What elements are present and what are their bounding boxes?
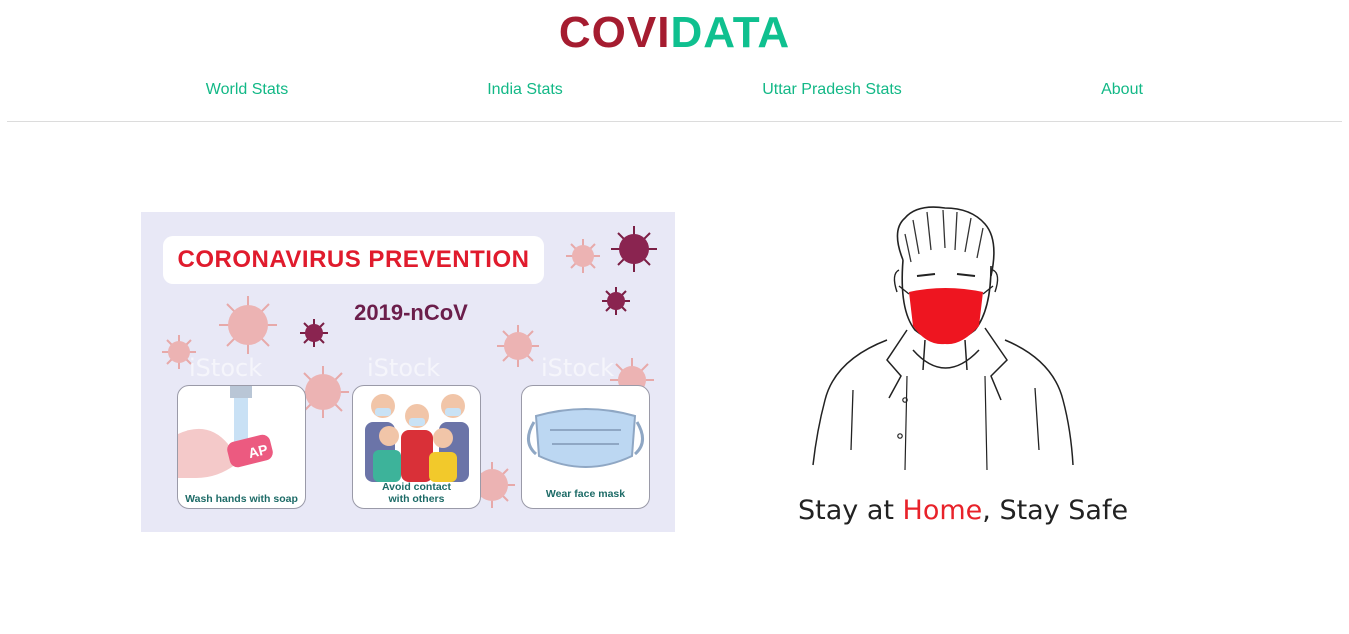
virus-icon: [566, 239, 600, 273]
nav-link-about[interactable]: About: [1101, 80, 1143, 100]
nav-link-world-stats[interactable]: World Stats: [206, 80, 288, 100]
card-label-face-mask: Wear face mask: [545, 488, 626, 500]
logo-part-data: DATA: [670, 8, 791, 57]
card-label-wash-hands: Wash hands with soap: [185, 493, 298, 505]
watermark-text: iStock: [189, 354, 263, 382]
prevention-poster-image: CORONAVIRUS PREVENTION 2019-nCoV AP Wash…: [141, 212, 675, 532]
poster-subtitle: 2019-nCoV: [354, 300, 468, 325]
stay-home-tagline: Stay at Home, Stay Safe: [798, 495, 1128, 526]
face-mask-icon: [527, 408, 644, 468]
virus-icon: [300, 319, 328, 347]
stay-home-illustration: [812, 206, 1074, 471]
tagline-part-2: , Stay Safe: [982, 495, 1129, 526]
hand-washing-icon: AP: [178, 386, 273, 478]
virus-icon: [497, 325, 539, 367]
card-label-line-1: Avoid contact: [381, 481, 452, 493]
logo-part-covi: COVI: [558, 8, 671, 57]
watermark-text: iStock: [367, 354, 441, 382]
card-label-line-2: with others: [388, 493, 445, 505]
virus-icon: [611, 226, 657, 272]
poster-title-box: CORONAVIRUS PREVENTION: [163, 236, 544, 284]
prevention-card-face-mask: Wear face mask: [521, 385, 650, 509]
header-divider: [7, 121, 1342, 122]
card-label-avoid-contact: Avoid contact with others: [353, 481, 480, 505]
nav-link-india-stats[interactable]: India Stats: [487, 80, 563, 100]
watermark-text: iStock: [541, 354, 615, 382]
nav-link-uttar-pradesh-stats[interactable]: Uttar Pradesh Stats: [762, 80, 902, 100]
masked-people-icon: [365, 394, 469, 482]
poster-title: CORONAVIRUS PREVENTION: [177, 246, 530, 273]
site-logo[interactable]: COVIDATA: [0, 8, 1349, 58]
virus-icon: [602, 287, 630, 315]
site-header: COVIDATA World Stats India Stats Uttar P…: [0, 0, 1349, 122]
prevention-card-wash-hands: AP Wash hands with soap: [177, 385, 306, 509]
prevention-card-avoid-contact: Avoid contact with others: [352, 385, 481, 509]
tagline-highlight-home: Home: [902, 495, 983, 526]
virus-icon: [219, 296, 277, 354]
tagline-part-1: Stay at: [798, 495, 903, 526]
